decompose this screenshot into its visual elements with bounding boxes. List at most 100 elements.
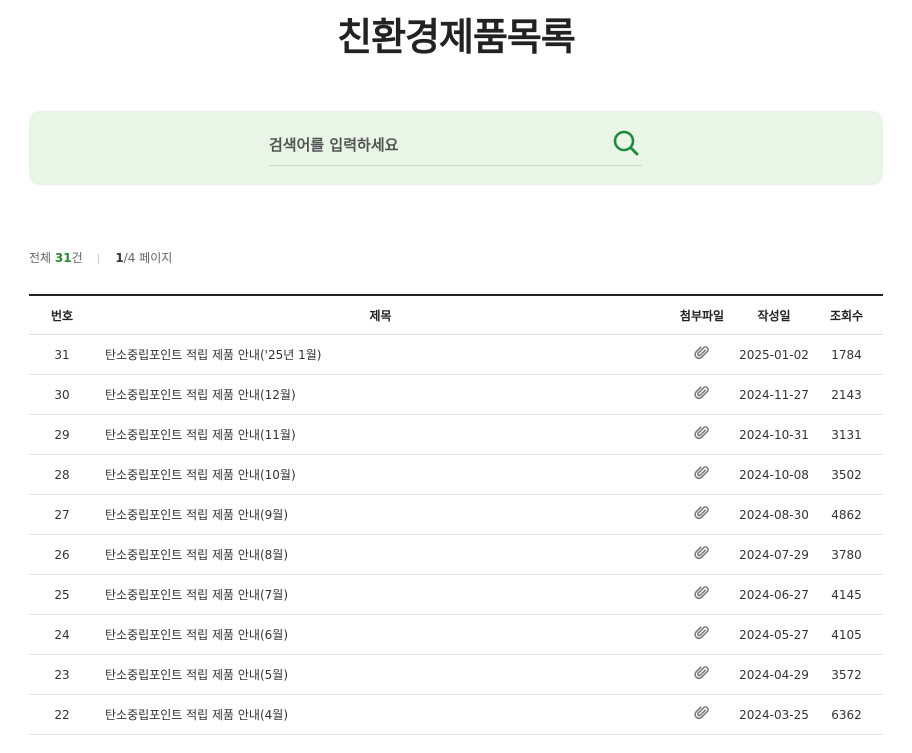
row-date: 2024-04-29 <box>738 654 810 695</box>
row-number: 26 <box>29 534 95 575</box>
row-date: 2024-06-27 <box>738 574 810 615</box>
row-number: 30 <box>29 374 95 415</box>
row-title-link[interactable]: 탄소중립포인트 적립 제품 안내(8월) <box>105 548 288 562</box>
row-title-cell: 탄소중립포인트 적립 제품 안내(4월) <box>95 694 666 735</box>
row-views: 4105 <box>810 614 883 655</box>
row-title-link[interactable]: 탄소중립포인트 적립 제품 안내(6월) <box>105 628 288 642</box>
row-views: 3780 <box>810 534 883 575</box>
row-number: 22 <box>29 694 95 735</box>
row-title-link[interactable]: 탄소중립포인트 적립 제품 안내(4월) <box>105 708 288 722</box>
row-title-cell: 탄소중립포인트 적립 제품 안내(10월) <box>95 454 666 495</box>
row-attachment <box>666 374 738 415</box>
table-header-row: 번호 제목 첨부파일 작성일 조회수 <box>29 294 883 335</box>
table-row[interactable]: 24 탄소중립포인트 적립 제품 안내(6월) 2024-05-27 4105 <box>29 614 883 655</box>
table-row[interactable]: 31 탄소중립포인트 적립 제품 안내('25년 1월) 2025-01-02 178… <box>29 334 883 375</box>
row-title-link[interactable]: 탄소중립포인트 적립 제품 안내(11월) <box>105 428 296 442</box>
row-attachment <box>666 494 738 535</box>
row-number: 29 <box>29 414 95 455</box>
row-date: 2024-05-27 <box>738 614 810 655</box>
table-row[interactable]: 29 탄소중립포인트 적립 제품 안내(11월) 2024-10-31 3131 <box>29 414 883 455</box>
row-attachment <box>666 614 738 655</box>
paperclip-icon[interactable] <box>694 505 710 524</box>
row-views: 6362 <box>810 694 883 735</box>
search-input[interactable] <box>269 127 599 163</box>
row-title-cell: 탄소중립포인트 적립 제품 안내(8월) <box>95 534 666 575</box>
row-views: 2143 <box>810 374 883 415</box>
table-row[interactable]: 30 탄소중립포인트 적립 제품 안내(12월) 2024-11-27 2143 <box>29 374 883 415</box>
table-row[interactable]: 28 탄소중립포인트 적립 제품 안내(10월) 2024-10-08 3502 <box>29 454 883 495</box>
row-title-cell: 탄소중립포인트 적립 제품 안내(12월) <box>95 374 666 415</box>
row-title-link[interactable]: 탄소중립포인트 적립 제품 안내(7월) <box>105 588 288 602</box>
row-title-cell: 탄소중립포인트 적립 제품 안내(7월) <box>95 574 666 615</box>
row-title-link[interactable]: 탄소중립포인트 적립 제품 안내(12월) <box>105 388 296 402</box>
total-count: 31 <box>54 251 72 265</box>
paperclip-icon[interactable] <box>694 705 710 724</box>
row-views: 4862 <box>810 494 883 535</box>
row-attachment <box>666 574 738 615</box>
paperclip-icon[interactable] <box>694 585 710 604</box>
current-page: 1 <box>115 251 124 265</box>
row-views: 3502 <box>810 454 883 495</box>
row-title-cell: 탄소중립포인트 적립 제품 안내('25년 1월) <box>95 334 666 375</box>
row-attachment <box>666 654 738 695</box>
paperclip-icon[interactable] <box>694 425 710 444</box>
row-views: 1784 <box>810 334 883 375</box>
search-icon <box>613 130 639 156</box>
row-number: 28 <box>29 454 95 495</box>
page-title: 친환경제품목록 <box>337 15 576 59</box>
row-date: 2024-10-31 <box>738 414 810 455</box>
summary-divider <box>98 253 100 264</box>
row-number: 24 <box>29 614 95 655</box>
table-row[interactable]: 22 탄소중립포인트 적립 제품 안내(4월) 2024-03-25 6362 <box>29 694 883 735</box>
row-attachment <box>666 534 738 575</box>
row-number: 27 <box>29 494 95 535</box>
paperclip-icon[interactable] <box>694 625 710 644</box>
row-views: 3572 <box>810 654 883 695</box>
search-button[interactable] <box>612 129 642 159</box>
search-panel <box>29 111 883 185</box>
row-attachment <box>666 414 738 455</box>
row-number: 25 <box>29 574 95 615</box>
row-title-cell: 탄소중립포인트 적립 제품 안내(5월) <box>95 654 666 695</box>
paperclip-icon[interactable] <box>694 665 710 684</box>
row-date: 2024-08-30 <box>738 494 810 535</box>
board-table: 번호 제목 첨부파일 작성일 조회수 31 탄소중립포인트 적립 제품 안내('2… <box>29 294 883 735</box>
header-number: 번호 <box>29 294 95 335</box>
total-label: 전체 <box>29 251 55 265</box>
row-date: 2024-07-29 <box>738 534 810 575</box>
row-title-cell: 탄소중립포인트 적립 제품 안내(6월) <box>95 614 666 655</box>
row-date: 2024-10-08 <box>738 454 810 495</box>
row-date: 2024-03-25 <box>738 694 810 735</box>
paperclip-icon[interactable] <box>694 465 710 484</box>
row-date: 2025-01-02 <box>738 334 810 375</box>
table-body: 31 탄소중립포인트 적립 제품 안내('25년 1월) 2025-01-02 178… <box>29 334 883 735</box>
header-title: 제목 <box>95 294 666 335</box>
table-row[interactable]: 23 탄소중립포인트 적립 제품 안내(5월) 2024-04-29 3572 <box>29 654 883 695</box>
header-attachment: 첨부파일 <box>666 294 738 335</box>
page-total: /4 페이지 <box>123 251 173 265</box>
paperclip-icon[interactable] <box>694 545 710 564</box>
table-row[interactable]: 27 탄소중립포인트 적립 제품 안내(9월) 2024-08-30 4862 <box>29 494 883 535</box>
board-summary: 전체 31건 1/4 페이지 <box>29 249 172 266</box>
row-number: 23 <box>29 654 95 695</box>
row-title-link[interactable]: 탄소중립포인트 적립 제품 안내(10월) <box>105 468 296 482</box>
row-attachment <box>666 694 738 735</box>
table-row[interactable]: 25 탄소중립포인트 적립 제품 안내(7월) 2024-06-27 4145 <box>29 574 883 615</box>
header-views: 조회수 <box>810 294 883 335</box>
row-attachment <box>666 454 738 495</box>
row-views: 3131 <box>810 414 883 455</box>
total-unit: 건 <box>71 251 83 265</box>
paperclip-icon[interactable] <box>694 385 710 404</box>
row-title-cell: 탄소중립포인트 적립 제품 안내(9월) <box>95 494 666 535</box>
header-date: 작성일 <box>738 294 810 335</box>
row-date: 2024-11-27 <box>738 374 810 415</box>
row-title-link[interactable]: 탄소중립포인트 적립 제품 안내('25년 1월) <box>105 348 321 362</box>
row-attachment <box>666 334 738 375</box>
search-field-wrapper <box>269 127 642 166</box>
row-views: 4145 <box>810 574 883 615</box>
row-title-link[interactable]: 탄소중립포인트 적립 제품 안내(5월) <box>105 668 288 682</box>
row-title-link[interactable]: 탄소중립포인트 적립 제품 안내(9월) <box>105 508 288 522</box>
row-title-cell: 탄소중립포인트 적립 제품 안내(11월) <box>95 414 666 455</box>
paperclip-icon[interactable] <box>694 345 710 364</box>
table-row[interactable]: 26 탄소중립포인트 적립 제품 안내(8월) 2024-07-29 3780 <box>29 534 883 575</box>
